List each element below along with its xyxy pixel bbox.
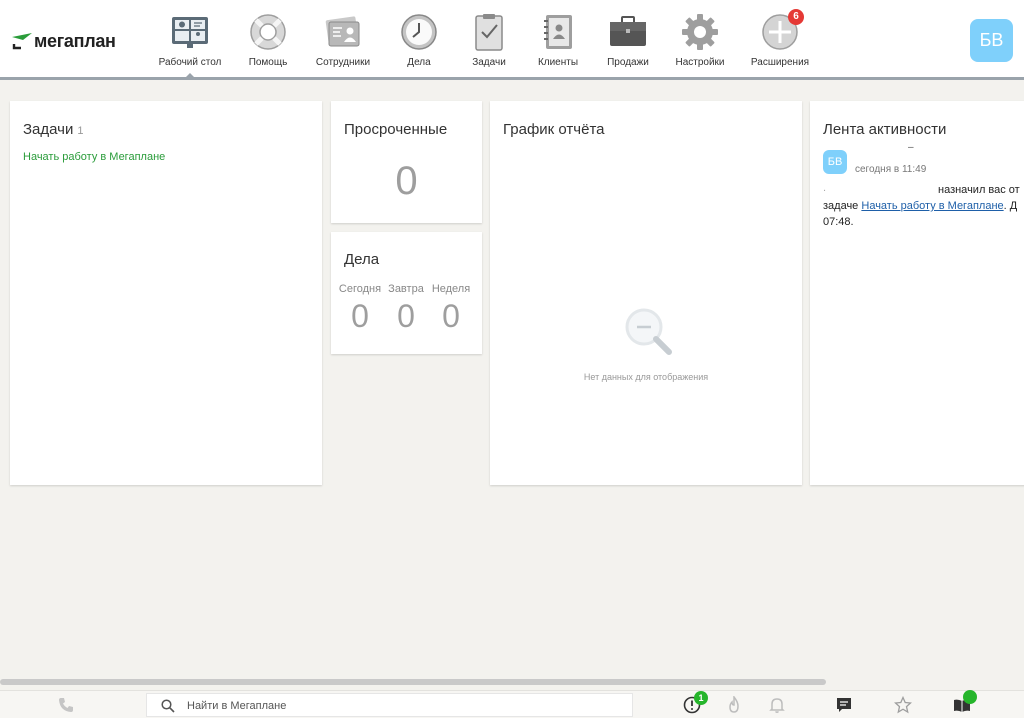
search-input[interactable] <box>187 697 617 714</box>
feed-avatar[interactable]: БВ <box>823 150 847 174</box>
feed-author-dash: – <box>908 142 914 153</box>
tasks-count: 1 <box>77 125 84 137</box>
extensions-badge: 6 <box>788 9 804 25</box>
fire-icon[interactable] <box>725 694 743 714</box>
tasks-clipboard-icon <box>469 12 509 52</box>
overdue-card: Просроченные 0 <box>331 101 482 223</box>
star-icon[interactable] <box>893 695 913 714</box>
nav-label: Продажи <box>607 57 649 68</box>
tasks-card-title[interactable]: Задачи 1 <box>23 121 84 138</box>
feed-text-line1: назначил вас от <box>938 184 1020 196</box>
deals-today[interactable]: Сегодня 0 <box>337 283 383 335</box>
deals-week-count: 0 <box>442 298 460 334</box>
deals-tomorrow-count: 0 <box>397 298 415 334</box>
deals-card-title[interactable]: Дела <box>344 251 379 268</box>
feed-timestamp: сегодня в 11:49 <box>855 164 927 175</box>
task-link[interactable]: Начать работу в Мегаплане <box>23 151 165 163</box>
plus-circle-icon: 6 <box>760 9 804 52</box>
briefcase-icon <box>608 12 648 52</box>
chart-card-title: График отчёта <box>503 121 605 138</box>
deals-today-count: 0 <box>351 298 369 334</box>
bell-icon[interactable] <box>768 696 786 714</box>
alerts-icon[interactable]: 1 <box>683 691 708 714</box>
nav-label: Настройки <box>675 57 725 68</box>
employees-icon <box>323 12 363 52</box>
search-icon <box>161 699 175 713</box>
logo-plane-icon <box>12 33 32 50</box>
chat-icon[interactable] <box>835 696 853 714</box>
nav-label: Рабочий стол <box>158 57 222 68</box>
report-chart-card: График отчёта Нет данных для отображения <box>490 101 802 485</box>
deals-week[interactable]: Неделя 0 <box>428 283 474 335</box>
tasks-title-text: Задачи <box>23 121 74 138</box>
nav-item-settings[interactable]: Настройки <box>655 0 745 77</box>
deals-tomorrow-label: Завтра <box>388 283 424 295</box>
phone-icon[interactable] <box>57 696 75 714</box>
deals-today-label: Сегодня <box>338 283 382 295</box>
nav-item-desktop[interactable]: Рабочий стол <box>145 0 235 78</box>
feed-line2-prefix: задаче <box>823 200 862 212</box>
overdue-count[interactable]: 0 <box>331 159 482 204</box>
nav-label: Сотрудники <box>315 57 371 68</box>
activity-feed-card: Лента активности БВ – сегодня в 11:49 . … <box>810 101 1024 485</box>
no-data-text: Нет данных для отображения <box>583 372 709 382</box>
nav-label: Задачи <box>472 57 506 68</box>
horizontal-scrollbar[interactable] <box>0 679 826 685</box>
megaplan-logo[interactable]: мегаплан <box>11 29 121 53</box>
overdue-card-title[interactable]: Просроченные <box>344 121 447 138</box>
book-icon[interactable] <box>953 690 977 714</box>
feed-task-link[interactable]: Начать работу в Мегаплане <box>861 200 1003 212</box>
alerts-badge: 1 <box>694 691 708 705</box>
nav-label: Клиенты <box>537 57 579 68</box>
tasks-card: Задачи 1 Начать работу в Мегаплане <box>10 101 322 485</box>
bottom-bar: 1 <box>0 690 1024 718</box>
online-indicator <box>963 690 977 704</box>
feed-card-title: Лента активности <box>823 121 947 138</box>
deals-week-label: Неделя <box>431 283 471 295</box>
nav-label: Помощь <box>248 57 288 68</box>
gear-icon <box>680 12 720 52</box>
feed-text-line2: задаче Начать работу в Мегаплане. Д <box>823 198 1024 214</box>
nav-label: Дела <box>407 57 431 68</box>
deals-tomorrow[interactable]: Завтра 0 <box>383 283 429 335</box>
top-bar: мегаплан Рабочий стол Помощь Сотрудники … <box>0 0 1024 80</box>
deals-card: Дела Сегодня 0 Завтра 0 Неделя 0 <box>331 232 482 354</box>
feed-author-dot: . <box>823 182 827 194</box>
desktop-icon <box>170 12 210 52</box>
logo-text: мегаплан <box>34 30 116 51</box>
user-avatar[interactable]: БВ <box>970 19 1013 62</box>
contacts-book-icon <box>538 12 578 52</box>
clock-icon <box>399 12 439 52</box>
global-search[interactable] <box>146 693 633 717</box>
feed-line2-suffix: . Д <box>1003 200 1018 212</box>
nav-item-extensions[interactable]: 6 Расширения <box>735 0 825 77</box>
magnifier-empty-icon <box>623 306 675 358</box>
lifebuoy-icon <box>248 12 288 52</box>
feed-text-line3: 07:48. <box>823 216 854 228</box>
nav-label: Расширения <box>750 57 810 68</box>
